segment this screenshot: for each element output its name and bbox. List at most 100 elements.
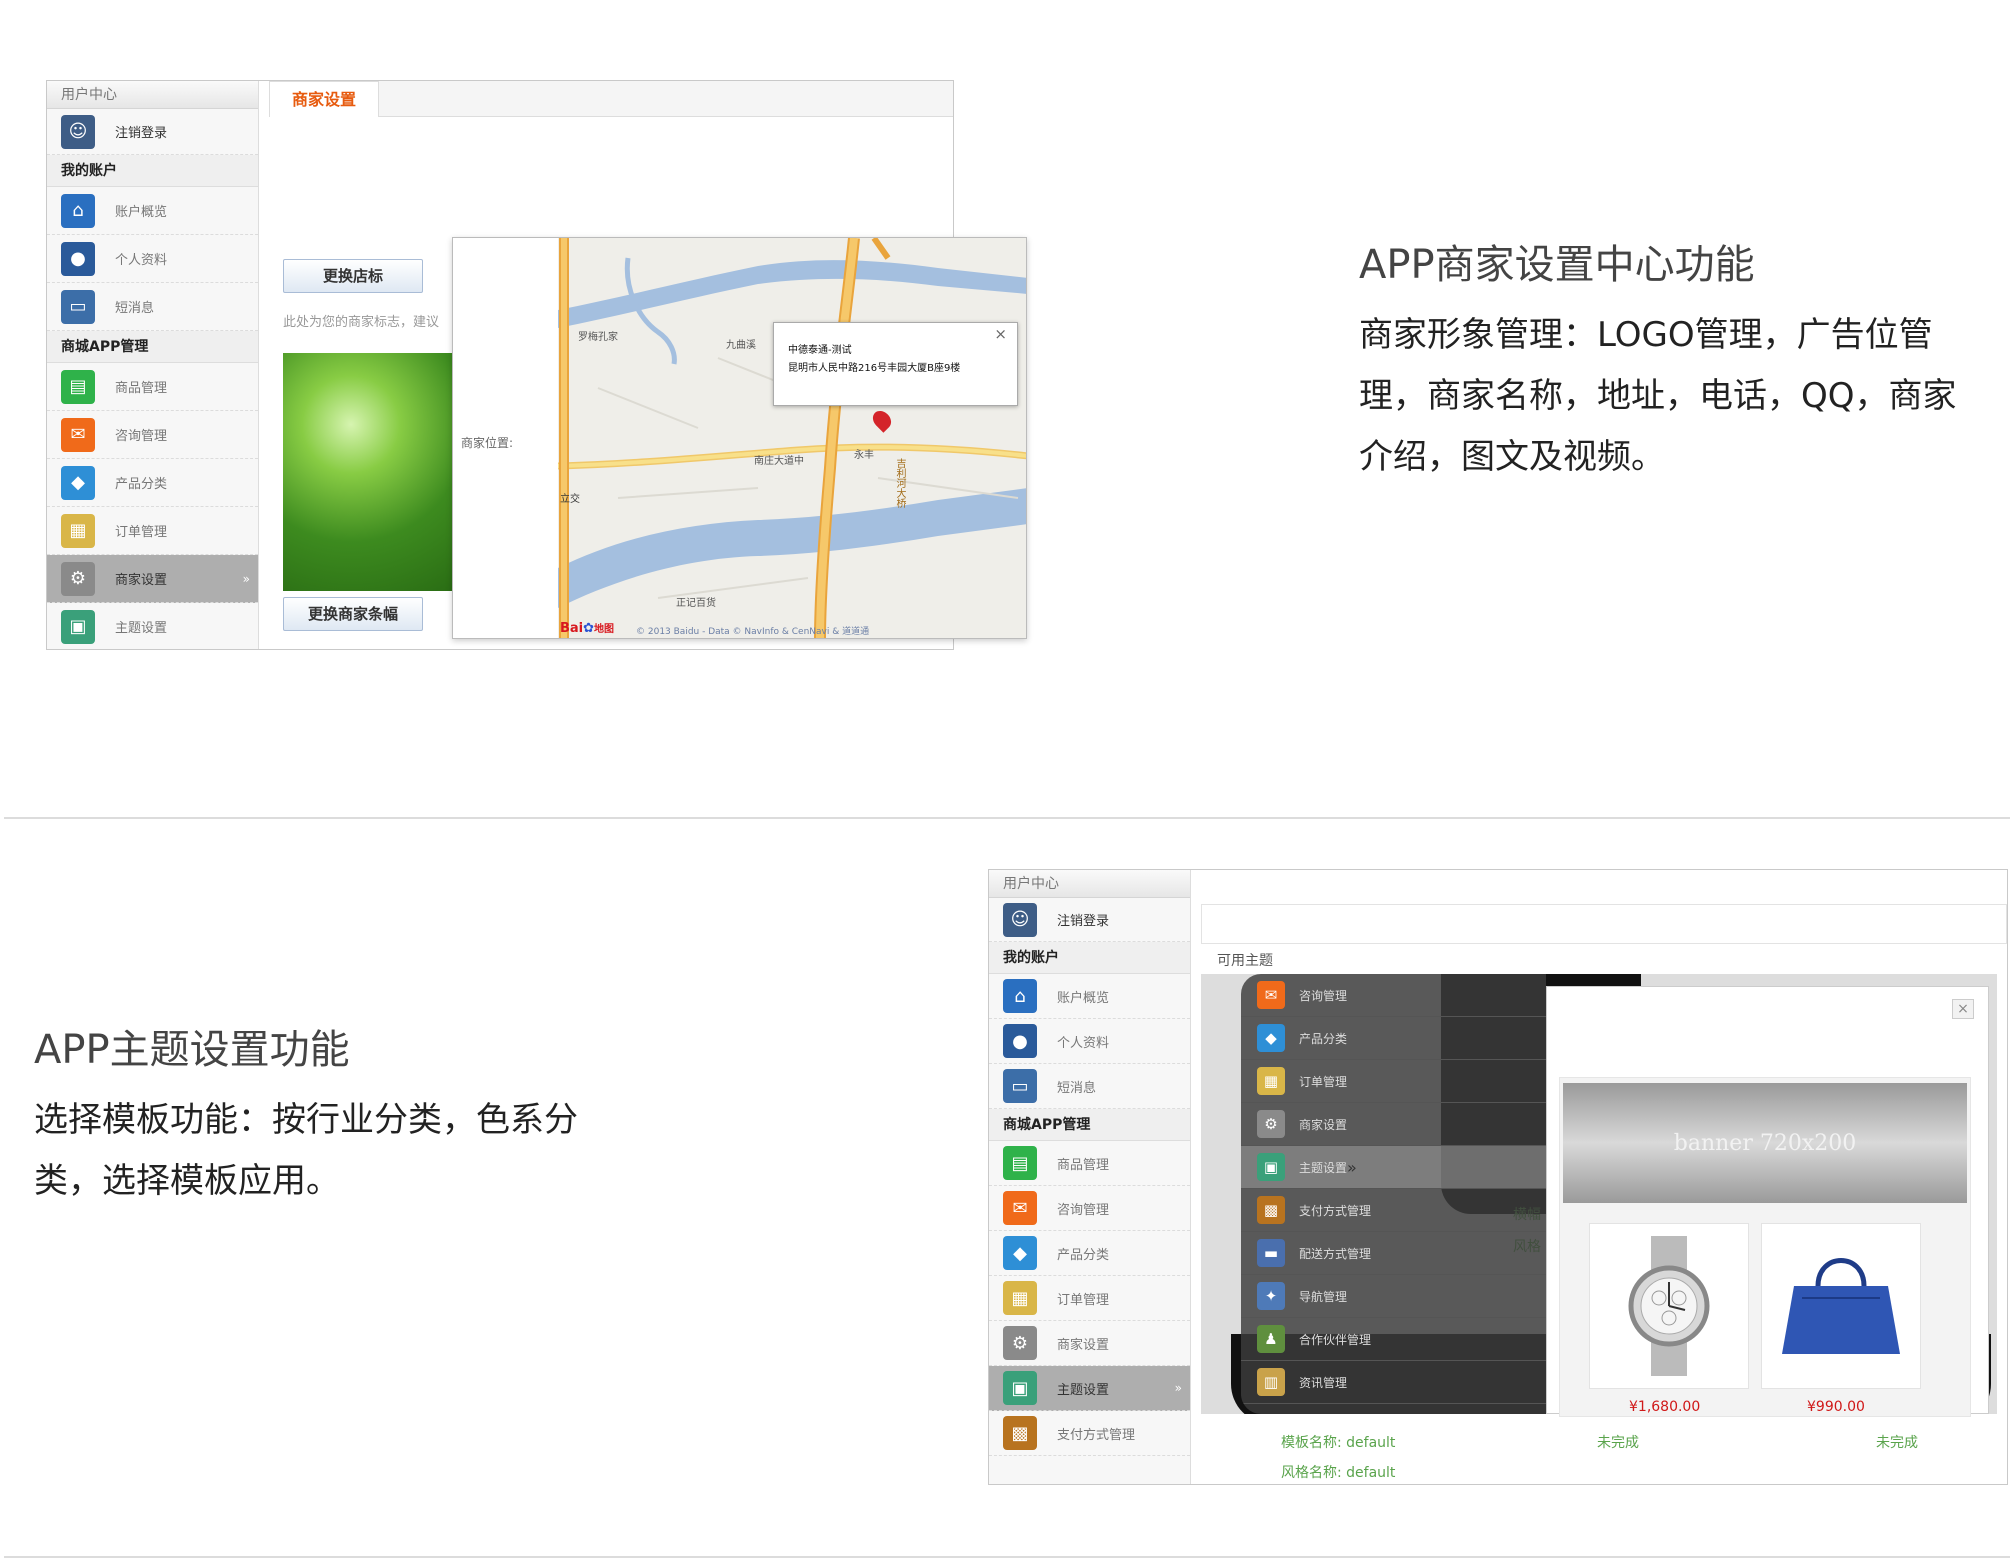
sidebar-item-label: 商家设置	[1057, 1337, 1110, 1353]
product-card-watch[interactable]	[1589, 1223, 1749, 1389]
payment-icon: ▩	[1003, 1416, 1037, 1450]
sidebar-item-label: 商品管理	[1057, 1157, 1110, 1173]
sidebar-item-partner[interactable]: ♟ 合作伙伴管理	[1241, 1318, 1546, 1361]
popup-close-icon[interactable]: ×	[994, 325, 1007, 343]
sidebar-item-goods[interactable]: ▤ 商品管理	[47, 363, 258, 411]
sidebar-item-payment[interactable]: ▩ 支付方式管理	[989, 1411, 1190, 1456]
baidu-logo: Bai✿地图	[560, 620, 614, 636]
sidebar-item-settings[interactable]: ⚙ 商家设置 »	[47, 555, 258, 603]
section2-title: APP主题设置功能	[34, 1027, 350, 1073]
map-label-0: 罗梅孔家	[578, 332, 618, 343]
sidebar-item-label: 账户概览	[115, 205, 168, 220]
payment-icon: ▩	[1257, 1196, 1285, 1224]
sidebar-item-theme[interactable]: ▣ 主题设置	[47, 603, 258, 649]
sidebar-item-label: 短消息	[1057, 1080, 1097, 1096]
map-label-3: 永丰	[854, 450, 874, 461]
sidebar-item-order[interactable]: ▦ 订单管理	[47, 507, 258, 555]
sidebar-item-label: 咨询管理	[115, 429, 168, 444]
sidebar-item-chat[interactable]: ✉ 咨询管理	[989, 1186, 1190, 1231]
sidebar-item-order[interactable]: ▦ 订单管理	[1241, 1060, 1546, 1103]
chat-icon: ✉	[61, 417, 95, 452]
sidebar-item-nav[interactable]: ✦ 导航管理	[1241, 1275, 1546, 1318]
product-price-1: ¥1,680.00	[1629, 1399, 1701, 1415]
sidebar-item-message[interactable]: ▭ 短消息	[47, 283, 258, 331]
sidebar-item-house[interactable]: ⌂ 账户概览	[47, 187, 258, 235]
baidu-logo-suffix: 地图	[594, 624, 615, 635]
chat-icon: ✉	[1257, 981, 1285, 1009]
sidebar-item-category[interactable]: ◆ 产品分类	[47, 459, 258, 507]
banner-image	[283, 353, 453, 591]
hint-text: 此处为您的商家标志，建议	[283, 315, 440, 330]
sidebar-item-label: 产品分类	[115, 477, 168, 492]
sidebar-item-label: 个人资料	[1057, 1035, 1110, 1051]
sidebar-item-category[interactable]: ◆ 产品分类	[989, 1231, 1190, 1276]
sidebar-item-label: 咨询管理	[1299, 988, 1348, 1003]
sidebar-item-label: 订单管理	[1057, 1292, 1110, 1308]
sidebar-item-label: 产品分类	[1299, 1031, 1348, 1046]
sidebar-item-settings[interactable]: ⚙ 商家设置	[989, 1321, 1190, 1366]
overlay-menu: ✉ 咨询管理 ◆ 产品分类 ▦ 订单管理 ⚙ 商家设置 ▣ 主题设置» ▩ 支付方式管理 ▬ 配送方式管理…	[1241, 974, 1546, 1414]
theme-icon: ▣	[61, 609, 95, 644]
change-logo-button[interactable]: 更换店标	[283, 259, 423, 293]
tab-merchant-settings[interactable]: 商家设置	[269, 81, 380, 117]
sidebar-item-theme[interactable]: ▣ 主题设置»	[1241, 1146, 1546, 1189]
sidebar-item-user-info[interactable]: ● 个人资料	[989, 1019, 1190, 1064]
double-chevron-right-icon: »	[1347, 1157, 1357, 1177]
theme-status-1: 未完成	[1597, 1435, 1639, 1451]
popup-address: 昆明市人民中路216号丰园大厦B座9楼	[788, 363, 961, 374]
sidebar-item-label: 主题设置	[1057, 1382, 1110, 1398]
logout-item[interactable]: ☺ 注销登录	[989, 898, 1190, 942]
map-info-popup: 中德泰通-测试 昆明市人民中路216号丰园大厦B座9楼 ×	[773, 322, 1018, 406]
sidebar-item-theme[interactable]: ▣ 主题设置»	[989, 1366, 1190, 1411]
sidebar-item-settings[interactable]: ⚙ 商家设置	[1241, 1103, 1546, 1146]
category-icon: ◆	[61, 465, 95, 500]
sidebar-item-truck[interactable]: ▬ 配送方式管理	[1241, 1232, 1546, 1275]
sidebar-item-label: 商家设置	[115, 573, 168, 588]
sidebar-item-chat[interactable]: ✉ 咨询管理	[47, 411, 258, 459]
sidebar-item-order[interactable]: ▦ 订单管理	[989, 1276, 1190, 1321]
sidebar-item-label: 账户概览	[1057, 990, 1110, 1006]
news-icon: ▥	[1257, 1368, 1285, 1396]
logout-item[interactable]: ☺ 注销登录	[47, 109, 258, 155]
map-field-label: 商家位置:	[461, 436, 514, 450]
sidebar-item-news[interactable]: ▥ 资讯管理	[1241, 1361, 1546, 1404]
double-chevron-right-icon: »	[242, 571, 250, 586]
divider-2	[4, 1556, 2010, 1558]
style-name: 风格名称: default	[1281, 1465, 1396, 1481]
logout-label: 注销登录	[1057, 914, 1110, 929]
nav-icon: ✦	[1257, 1282, 1285, 1310]
sidebar-item-label: 主题设置	[115, 621, 168, 636]
goods-icon: ▤	[61, 369, 95, 404]
divider-1	[4, 817, 2010, 819]
watch-icon	[1628, 1236, 1710, 1376]
sidebar-item-chat[interactable]: ✉ 咨询管理	[1241, 974, 1546, 1017]
section2-description: 选择模板功能：按行业分类，色系分类，选择模板应用。	[34, 1100, 578, 1201]
section1-title: APP商家设置中心功能	[1359, 242, 1755, 288]
sidebar-item-label: 合作伙伴管理	[1299, 1332, 1372, 1347]
template-name: 模板名称: default	[1281, 1435, 1396, 1451]
chat-icon: ✉	[1003, 1191, 1037, 1225]
sidebar-item-house[interactable]: ⌂ 账户概览	[989, 974, 1190, 1019]
modal-close-button[interactable]: ×	[1952, 999, 1974, 1019]
message-icon: ▭	[61, 289, 95, 324]
section1-description: 商家形象管理：LOGO管理，广告位管理，商家名称，地址，电话，QQ，商家介绍，图…	[1359, 315, 1957, 477]
settings-icon: ⚙	[1003, 1326, 1037, 1360]
sidebar: 用户中心 ☺ 注销登录 我的账户 ⌂ 账户概览 ● 个人资料 ▭ 短消息 商城APP管理 …	[989, 870, 1191, 1484]
sidebar-item-user-info[interactable]: ● 个人资料	[47, 235, 258, 283]
sidebar-item-payment[interactable]: ▩ 支付方式管理	[1241, 1189, 1546, 1232]
product-card-bag[interactable]	[1761, 1223, 1921, 1389]
sidebar-item-message[interactable]: ▭ 短消息	[989, 1064, 1190, 1109]
sidebar-item-goods[interactable]: ▤ 商品管理	[989, 1141, 1190, 1186]
baidu-paw-icon: ✿	[583, 621, 595, 636]
map-label-5: 正记百货	[676, 598, 716, 609]
settings-icon: ⚙	[1257, 1110, 1285, 1138]
content-toolbar	[1201, 904, 2007, 944]
partner-icon: ♟	[1257, 1325, 1285, 1353]
sidebar-item-category[interactable]: ◆ 产品分类	[1241, 1017, 1546, 1060]
section-app-management: 商城APP管理	[989, 1109, 1190, 1141]
sidebar-item-label: 主题设置	[1299, 1160, 1348, 1175]
map[interactable]: 罗梅孔家 九曲溪 南庄大道中 永丰 立交 正记百货 吉利河大桥 中德泰通-测试 …	[558, 238, 1026, 638]
sidebar-item-label: 产品分类	[1057, 1247, 1110, 1263]
map-label-6: 吉利河大桥	[894, 458, 905, 508]
change-banner-button[interactable]: 更换商家条幅	[283, 597, 423, 631]
